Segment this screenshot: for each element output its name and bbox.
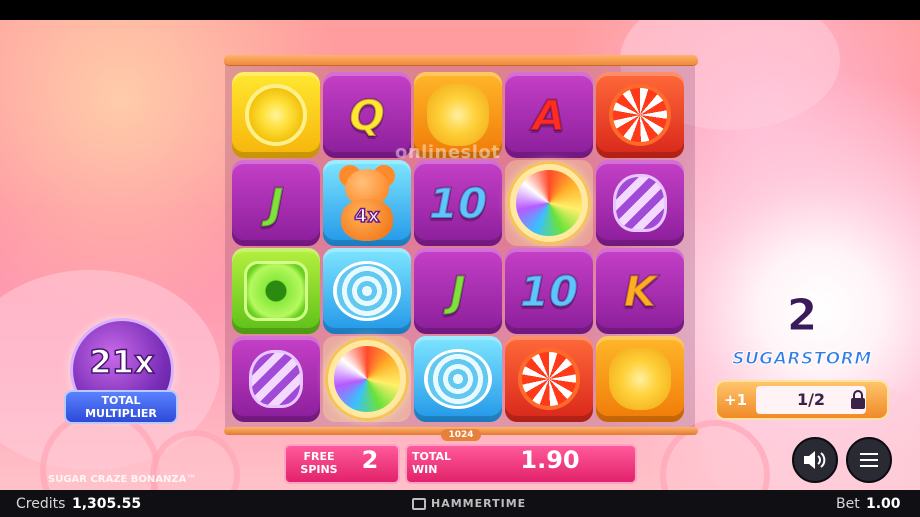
- total-win-label: TOTAL WIN: [412, 450, 462, 476]
- symbol-label: A: [532, 90, 566, 141]
- sugar-storm-count: 2: [786, 290, 818, 342]
- orange-flower-candy-icon: [427, 84, 489, 146]
- reel-cell-blue-swirl-candy: [414, 336, 502, 422]
- multiplier-label: 4x: [354, 204, 381, 228]
- symbol-label: Q: [348, 90, 386, 141]
- total-multiplier-label-line2: MULTIPLIER: [85, 407, 157, 420]
- symbol-label: K: [623, 266, 658, 317]
- brand-logo: HAMMERTIME: [412, 497, 526, 510]
- total-win-label-line1: TOTAL: [412, 450, 452, 463]
- striped-gumdrop-icon: [249, 350, 303, 408]
- watermark-text: onlineslot: [395, 142, 501, 163]
- red-peppermint-candy-icon: [609, 84, 671, 146]
- reel-cell-lemon-candy: [232, 72, 320, 158]
- red-peppermint-candy-icon: [518, 348, 580, 410]
- reel-cell-red-peppermint-candy: [596, 72, 684, 158]
- reel-cell-blue-swirl-candy: [323, 248, 411, 334]
- bet-label: Bet: [836, 496, 860, 512]
- reel-cell-striped-gumdrop: [232, 336, 320, 422]
- total-multiplier-value: 21x: [89, 342, 156, 382]
- reel-cell-red-peppermint-candy: [505, 336, 593, 422]
- hamburger-menu-icon: [860, 453, 878, 467]
- bottom-status-bar: Credits 1,305.55 HAMMERTIME Bet 1.00: [0, 490, 920, 517]
- blue-swirl-candy-icon: [424, 349, 492, 409]
- reel-cell-orange-flower-candy: [596, 336, 684, 422]
- reel-grid[interactable]: J Q 4x 10 J A 10 K: [232, 72, 692, 432]
- reel-cell-gummy-bear-multiplier: 4x: [323, 160, 411, 246]
- rainbow-lollipop-wild-icon: [328, 340, 406, 418]
- orange-flower-candy-icon: [609, 348, 671, 410]
- sugar-storm-title: SUGARSTORM: [732, 349, 872, 370]
- gummy-bear-icon: 4x: [331, 163, 403, 243]
- speaker-icon: [804, 451, 826, 469]
- lemon-candy-icon: [245, 84, 307, 146]
- striped-gumdrop-icon: [613, 174, 667, 232]
- symbol-label: 10: [428, 178, 488, 229]
- free-spins-label: FREE SPINS: [290, 450, 348, 476]
- total-win-label-line2: WIN: [412, 463, 438, 476]
- symbol-label: J: [267, 178, 285, 229]
- game-title-logo: SUGAR CRAZE BONANZA™: [48, 474, 197, 485]
- reel-cell-letter-k: K: [596, 248, 684, 334]
- credits-value: 1,305.55: [72, 496, 142, 512]
- symbol-label: 10: [519, 266, 579, 317]
- bet-value[interactable]: 1.00: [866, 496, 901, 512]
- sugar-storm-increment: +1: [724, 391, 748, 409]
- credits-label: Credits: [16, 496, 66, 512]
- total-multiplier-label: TOTAL MULTIPLIER: [64, 390, 178, 424]
- reel-cell-green-square-candy: [232, 248, 320, 334]
- sound-button[interactable]: [792, 437, 838, 483]
- total-win-value: 1.90: [520, 446, 580, 474]
- reel-frame-top-bar: [224, 55, 698, 65]
- reel-cell-number-10: 10: [414, 160, 502, 246]
- hammertime-logo-icon: [412, 497, 426, 510]
- symbol-label: J: [449, 266, 467, 317]
- free-spins-label-line2: SPINS: [300, 463, 338, 476]
- ways-count-label: 1024: [441, 429, 481, 441]
- rainbow-lollipop-wild-icon: [510, 164, 588, 242]
- free-spins-value: 2: [361, 446, 379, 474]
- reel-cell-striped-gumdrop: [596, 160, 684, 246]
- menu-button[interactable]: [846, 437, 892, 483]
- reel-cell-rainbow-lollipop-wild: [323, 336, 411, 422]
- reel-cell-letter-j: J: [232, 160, 320, 246]
- reel-cell-rainbow-lollipop-wild: [505, 160, 593, 246]
- top-black-bar: [0, 0, 920, 20]
- total-multiplier-label-line1: TOTAL: [101, 394, 141, 407]
- green-square-candy-icon: [244, 261, 308, 321]
- reel-cell-number-10: 10: [505, 248, 593, 334]
- free-spins-label-line1: FREE: [303, 450, 335, 463]
- lock-icon: [850, 390, 866, 410]
- reel-cell-letter-a: A: [505, 72, 593, 158]
- blue-swirl-candy-icon: [333, 261, 401, 321]
- reel-cell-letter-j: J: [414, 248, 502, 334]
- brand-name: HAMMERTIME: [431, 497, 527, 510]
